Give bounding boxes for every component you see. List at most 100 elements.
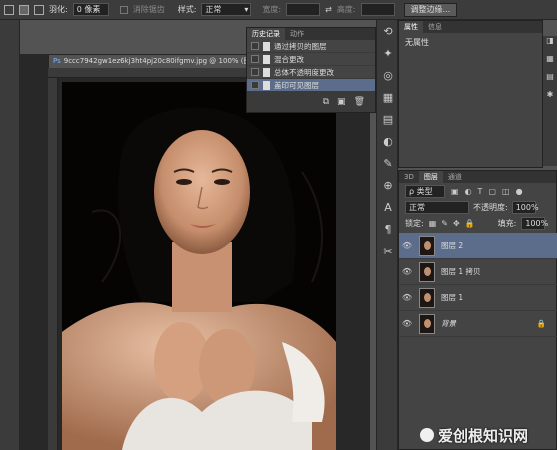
history-panel-tabs: 历史记录 动作 xyxy=(247,28,375,40)
lock-all-icon[interactable]: 🔒 xyxy=(465,219,475,228)
feather-input[interactable]: 0 像素 xyxy=(72,3,109,16)
eye-icon[interactable]: 👁 xyxy=(399,319,415,328)
history-panel: 历史记录 动作 通过拷贝的图层 混合更改 总体不透明度更改 盖印可见图层 ⧉ ▣… xyxy=(246,27,376,113)
tools-icon[interactable]: ✂ xyxy=(377,240,399,262)
tab-history[interactable]: 历史记录 xyxy=(247,28,285,40)
layer-row[interactable]: 👁 图层 1 拷贝 xyxy=(399,259,557,285)
layer-thumbnail xyxy=(419,261,435,282)
style-select[interactable]: 正常 ▾ xyxy=(201,3,252,16)
tab-channels[interactable]: 通道 xyxy=(443,171,467,183)
character-icon[interactable]: A xyxy=(377,196,399,218)
layer-name: 图层 1 拷贝 xyxy=(441,267,481,276)
new-document-from-state-icon[interactable]: ⧉ xyxy=(323,97,329,107)
filter-toggle-icon[interactable]: ● xyxy=(516,187,523,196)
portrait-image xyxy=(62,107,336,450)
tab-properties[interactable]: 属性 xyxy=(399,21,423,33)
eye-icon[interactable]: 👁 xyxy=(399,267,415,276)
history-snapshot-checkbox[interactable] xyxy=(251,68,259,76)
refine-edge-button[interactable]: 调整边缘... xyxy=(403,2,458,17)
lock-transparent-icon[interactable]: ▦ xyxy=(429,219,437,228)
history-item-label: 总体不透明度更改 xyxy=(274,67,334,77)
width-input[interactable] xyxy=(286,3,321,16)
adjustments-icon[interactable]: ◐ xyxy=(377,130,399,152)
history-panel-icon[interactable]: ⟲ xyxy=(377,20,399,42)
chevron-down-icon: ▾ xyxy=(244,5,249,14)
properties-content: 无属性 xyxy=(405,38,429,47)
filter-type-icon[interactable]: T xyxy=(478,187,483,196)
history-item[interactable]: 混合更改 xyxy=(247,53,375,66)
adjustments-icon[interactable]: ▤ xyxy=(543,72,557,90)
height-input[interactable] xyxy=(360,3,395,16)
lock-position-icon[interactable]: ✥ xyxy=(453,219,460,228)
canvas-image[interactable] xyxy=(62,82,336,450)
tab-layers[interactable]: 图层 xyxy=(418,171,443,183)
document-icon xyxy=(263,41,270,51)
tab-actions[interactable]: 动作 xyxy=(285,28,309,40)
lock-paint-icon[interactable]: ✎ xyxy=(441,219,448,228)
history-item-label: 混合更改 xyxy=(274,54,304,64)
selection-add-icon[interactable] xyxy=(19,4,29,15)
layer-thumbnail xyxy=(419,287,435,308)
document-title: 9ccc7942gw1ez6kj3ht4pj20c80ifgmv.jpg @ 1… xyxy=(63,57,258,65)
clone-source-icon[interactable]: ⊕ xyxy=(377,174,399,196)
tools-panel xyxy=(0,20,20,450)
filter-pixel-icon[interactable]: ▣ xyxy=(451,187,459,196)
document-icon xyxy=(263,54,270,64)
fill-label: 填充: xyxy=(497,218,517,228)
lock-row: 锁定: ▦ ✎ ✥ 🔒 填充: 100% xyxy=(399,215,556,231)
history-snapshot-checkbox[interactable] xyxy=(251,81,259,89)
styles-icon[interactable]: ▤ xyxy=(377,108,399,130)
history-item[interactable]: 总体不透明度更改 xyxy=(247,66,375,79)
lock-label: 锁定: xyxy=(405,218,424,228)
antialias-checkbox[interactable] xyxy=(119,5,128,14)
watermark: 爱创根知识网 xyxy=(420,420,557,450)
history-snapshot-checkbox[interactable] xyxy=(251,42,259,50)
tab-3d[interactable]: 3D xyxy=(399,171,419,183)
layer-name: 图层 2 xyxy=(441,241,464,250)
layers-panel-tabs: 3D 图层 通道 xyxy=(399,171,556,183)
document-icon xyxy=(263,80,270,90)
color-icon[interactable]: ◨ xyxy=(543,36,557,54)
brush-icon[interactable]: ✎ xyxy=(377,152,399,174)
layer-thumbnail xyxy=(419,313,435,334)
options-bar: 羽化: 0 像素 消除锯齿 样式: 正常 ▾ 宽度: ⇄ 高度: 调整边缘... xyxy=(0,0,557,20)
ruler-vertical[interactable] xyxy=(48,78,58,450)
tab-info[interactable]: 信息 xyxy=(423,21,447,33)
selection-new-icon[interactable] xyxy=(4,4,14,15)
color-wheel-icon[interactable]: ◎ xyxy=(377,64,399,86)
watermark-logo-icon xyxy=(420,428,434,442)
history-item[interactable]: 通过拷贝的图层 xyxy=(247,40,375,53)
blend-mode-select[interactable]: 正常 xyxy=(405,200,469,214)
paragraph-icon[interactable]: ¶ xyxy=(377,218,399,240)
layer-row[interactable]: 👁 图层 1 xyxy=(399,285,557,311)
history-footer: ⧉ ▣ 🗑 xyxy=(247,92,375,112)
swatches-icon[interactable]: ▦ xyxy=(543,54,557,72)
filter-shape-icon[interactable]: ▢ xyxy=(488,187,496,196)
layer-row-selected[interactable]: 👁 图层 2 xyxy=(399,233,557,259)
panel-icon-strip: ⟲ ✦ ◎ ▦ ▤ ◐ ✎ ⊕ A ¶ ✂ xyxy=(376,20,398,450)
history-snapshot-checkbox[interactable] xyxy=(251,55,259,63)
history-item-label: 盖印可见图层 xyxy=(274,80,319,90)
eye-icon[interactable]: 👁 xyxy=(399,241,415,250)
eye-icon[interactable]: 👁 xyxy=(399,293,415,302)
selection-subtract-icon[interactable] xyxy=(34,4,44,15)
filter-kind-select[interactable]: ρ 类型 xyxy=(405,184,445,198)
watermark-text: 爱创根知识网 xyxy=(438,426,529,445)
filter-smart-icon[interactable]: ◫ xyxy=(502,187,510,196)
snapshot-camera-icon[interactable]: ▣ xyxy=(337,97,346,107)
style-select-value: 正常 xyxy=(205,5,222,14)
layer-row[interactable]: 👁 背景 🔒 xyxy=(399,311,557,337)
fill-input[interactable]: 100% xyxy=(521,216,548,230)
swatches-icon[interactable]: ▦ xyxy=(377,86,399,108)
history-item-selected[interactable]: 盖印可见图层 xyxy=(247,79,375,92)
opacity-label: 不透明度: xyxy=(473,202,508,212)
tool-presets-icon[interactable]: ✦ xyxy=(377,42,399,64)
trash-icon[interactable]: 🗑 xyxy=(354,97,365,107)
opacity-input[interactable]: 100% xyxy=(511,200,539,214)
filter-adjustment-icon[interactable]: ◐ xyxy=(465,187,472,196)
brush-preset-icon[interactable]: ✱ xyxy=(543,90,557,108)
right-icon-strip: ◨ ▦ ▤ ✱ xyxy=(543,36,557,166)
lock-icon: 🔒 xyxy=(536,319,546,328)
swap-icon[interactable]: ⇄ xyxy=(325,5,332,14)
antialias-label: 消除锯齿 xyxy=(132,5,165,14)
